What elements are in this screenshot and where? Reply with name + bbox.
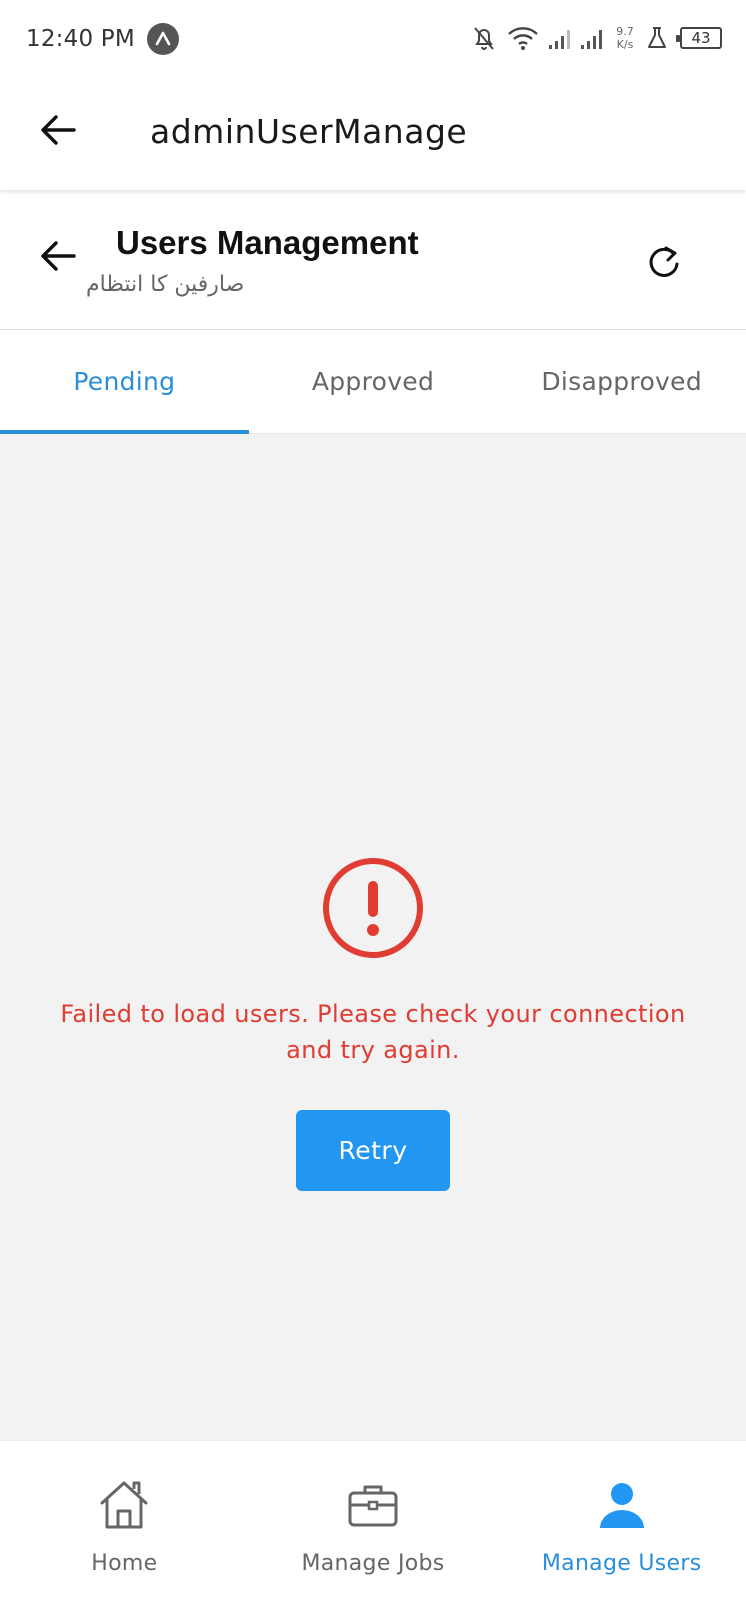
battery-icon: 43 <box>676 27 722 49</box>
network-speed-unit: K/s <box>616 38 634 51</box>
tab-pending[interactable]: Pending <box>0 330 249 434</box>
nav-manage-users[interactable]: Manage Users <box>497 1441 746 1600</box>
network-speed: 9.7 K/s <box>612 25 638 51</box>
page-header: Users Management صارفین کا انتظام <box>0 190 746 330</box>
wifi-icon <box>508 27 538 50</box>
tab-disapproved[interactable]: Disapproved <box>497 330 746 433</box>
retry-button[interactable]: Retry <box>296 1110 450 1191</box>
nav-manage-jobs-label: Manage Jobs <box>301 1551 445 1576</box>
app-notification-icon <box>146 23 179 55</box>
error-message-line-1: Failed to load users. Please check your … <box>60 1000 686 1028</box>
page-subtitle: صارفین کا انتظام <box>86 272 245 297</box>
nav-home-label: Home <box>91 1551 158 1576</box>
mute-bell-icon <box>474 27 494 50</box>
screen: 12:40 PM 9.7 K/s 43 adminUserManage User… <box>0 0 746 1600</box>
refresh-icon[interactable] <box>644 242 684 282</box>
flask-icon <box>648 27 666 48</box>
error-icon <box>323 858 423 958</box>
bottom-navigation: Home Manage Jobs Manage Users <box>0 1440 746 1600</box>
error-message-line-2: and try again. <box>286 1036 460 1064</box>
status-time: 12:40 PM <box>26 26 135 52</box>
home-icon <box>100 1481 148 1529</box>
header-back-button[interactable] <box>36 234 80 278</box>
network-speed-value: 9.7 <box>616 25 634 38</box>
status-tabs: Pending Approved Disapproved <box>0 330 746 434</box>
page-title: Users Management <box>116 224 419 261</box>
app-bar-title: adminUserManage <box>150 112 468 151</box>
briefcase-icon <box>348 1485 398 1527</box>
user-icon <box>599 1483 644 1528</box>
signal-2-icon <box>581 30 602 49</box>
nav-manage-users-label: Manage Users <box>541 1551 702 1576</box>
nav-home[interactable]: Home <box>0 1441 249 1600</box>
error-message: Failed to load users. Please check your … <box>40 996 706 1068</box>
tab-approved[interactable]: Approved <box>249 330 498 433</box>
battery-level: 43 <box>691 29 711 47</box>
status-icons: 9.7 K/s 43 <box>470 20 722 56</box>
status-bar: 12:40 PM 9.7 K/s 43 <box>0 0 746 78</box>
app-bar: adminUserManage <box>0 78 746 190</box>
nav-manage-jobs[interactable]: Manage Jobs <box>249 1441 498 1600</box>
app-bar-back-button[interactable] <box>36 108 80 152</box>
signal-1-icon <box>549 30 570 49</box>
